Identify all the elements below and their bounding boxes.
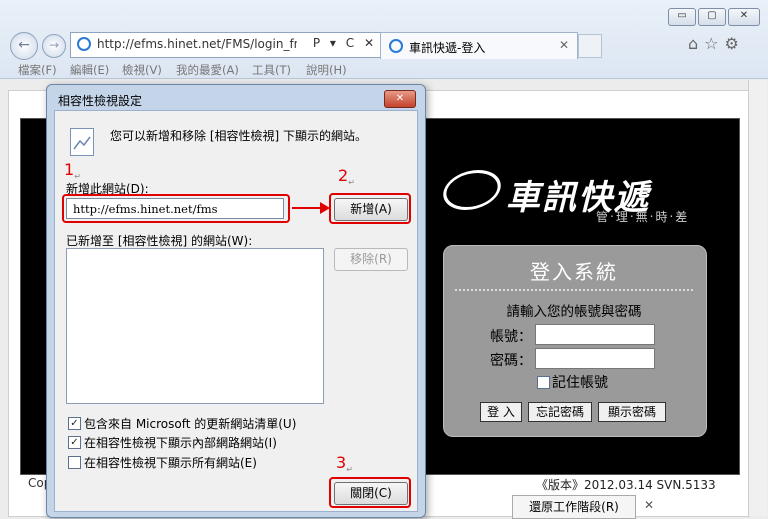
added-sites-list[interactable] (66, 248, 324, 404)
restore-close-icon[interactable]: ✕ (644, 498, 654, 512)
checkbox-microsoft-list-label: 包含來自 Microsoft 的更新網站清單(U) (84, 417, 297, 431)
annotation-arrowhead (320, 202, 330, 214)
vertical-scrollbar[interactable] (748, 80, 767, 516)
forgot-password-button[interactable]: 忘記密碼 (528, 402, 592, 422)
dialog-close-icon[interactable]: ✕ (384, 90, 416, 108)
password-label: 密碼： (490, 353, 532, 369)
show-password-button[interactable]: 顯示密碼 (598, 402, 666, 422)
dialog-title: 相容性檢視設定 (58, 94, 143, 108)
step-1-label: 1↵ (64, 160, 81, 182)
window-close-button[interactable]: ✕ (728, 8, 760, 26)
minimize-button[interactable]: ▭ (668, 8, 696, 26)
address-url: http://efms.hinet.net/FMS/login_fms.as (97, 37, 297, 51)
checkbox-all-sites-label: 在相容性檢視下顯示所有網站(E) (84, 456, 257, 470)
checkbox-all-sites[interactable] (68, 456, 81, 469)
version-text: 《版本》2012.03.14 SVN.5133 (536, 478, 716, 492)
browser-tab[interactable]: 車訊快遞-登入 ✕ (380, 32, 578, 59)
checkbox-microsoft-list[interactable]: ✓ (68, 417, 81, 430)
annotation-box-close (329, 477, 411, 508)
forward-button[interactable]: → (42, 34, 66, 58)
checkbox-intranet[interactable]: ✓ (68, 436, 81, 449)
account-label: 帳號： (490, 329, 532, 345)
menu-view[interactable]: 檢視(V) (122, 62, 162, 78)
password-input[interactable] (535, 348, 655, 369)
account-input[interactable] (535, 324, 655, 345)
step-2-label: 2↵ (338, 166, 355, 188)
menu-favorites[interactable]: 我的最愛(A) (176, 62, 239, 78)
back-button[interactable]: ← (10, 32, 38, 60)
remember-checkbox[interactable] (537, 376, 550, 389)
login-title: 登入系統 (530, 260, 618, 284)
new-tab-button[interactable] (578, 34, 602, 58)
menu-tools[interactable]: 工具(T) (252, 62, 291, 78)
tab-close-icon[interactable]: ✕ (559, 38, 569, 52)
tab-title: 車訊快遞-登入 (409, 41, 486, 55)
login-prompt: 請輸入您的帳號與密碼 (506, 304, 642, 320)
annotation-box-add (329, 193, 411, 224)
menu-help[interactable]: 說明(H) (306, 62, 347, 78)
added-sites-label: 已新增至 [相容性檢視] 的網站(W): (66, 234, 253, 248)
ie-tab-icon (389, 39, 403, 53)
annotation-arrow (292, 207, 322, 209)
remember-label: 記住帳號 (552, 375, 608, 391)
dialog-description: 您可以新增和移除 [相容性檢視] 下顯示的網站。 (110, 129, 367, 143)
logo-subtitle: 管‧理‧無‧時‧差 (596, 210, 690, 224)
menu-bar: 檔案(F) 編輯(E) 檢視(V) 我的最愛(A) 工具(T) 說明(H) (0, 60, 768, 78)
login-button[interactable]: 登 入 (480, 402, 522, 422)
restore-session-button[interactable]: 還原工作階段(R) (512, 495, 636, 519)
menu-edit[interactable]: 編輯(E) (70, 62, 109, 78)
address-bar[interactable]: http://efms.hinet.net/FMS/login_fms.as P… (70, 32, 382, 58)
annotation-box-url (62, 194, 290, 223)
home-favorites-tools-icons[interactable]: ⌂☆⚙ (688, 34, 745, 53)
checkbox-intranet-label: 在相容性檢視下顯示內部網路網站(I) (84, 436, 277, 450)
maximize-button[interactable]: ▢ (698, 8, 726, 26)
menu-file[interactable]: 檔案(F) (18, 62, 57, 78)
step-3-label: 3↵ (336, 453, 353, 475)
ie-icon (77, 37, 91, 51)
address-tools-icons[interactable]: P ▾ C ✕ (313, 36, 377, 50)
remove-button[interactable]: 移除(R) (334, 248, 408, 271)
login-divider (455, 289, 693, 291)
compatibility-icon (70, 128, 94, 156)
